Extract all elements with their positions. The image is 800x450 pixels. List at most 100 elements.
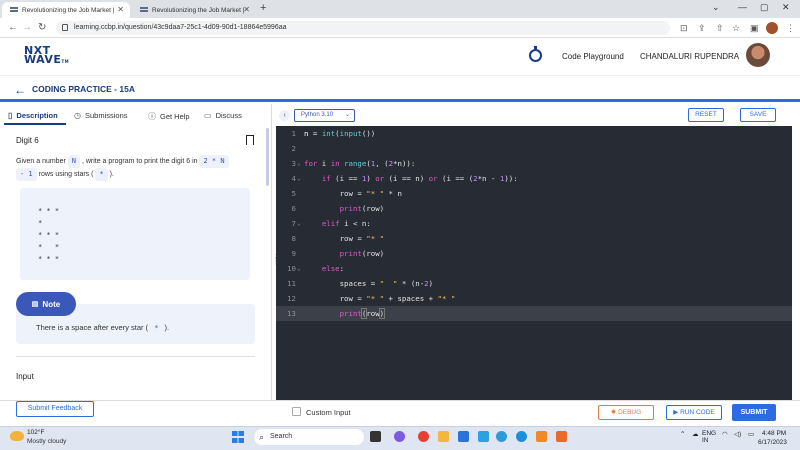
example-pattern: * * * * * * * * * * * * — [38, 207, 60, 263]
code-playground-link[interactable]: Code Playground — [562, 52, 624, 61]
language-indicator[interactable]: ENG IN — [702, 430, 716, 444]
lang-bottom: IN — [702, 437, 709, 444]
show-hidden-icons-icon[interactable]: ⌃ — [680, 430, 685, 438]
code-line[interactable]: 1 n = int(input()) — [276, 126, 792, 141]
reset-button[interactable]: RESET — [688, 108, 724, 122]
code-text: else: — [321, 264, 345, 273]
edge-icon[interactable] — [516, 431, 527, 442]
language-select[interactable]: Python 3.10 ⌄ — [294, 109, 355, 122]
battery-icon[interactable]: ▭ — [748, 430, 754, 438]
fold-icon[interactable]: ⌄ — [297, 261, 301, 276]
weather-cloud-icon[interactable] — [10, 431, 24, 441]
save-button[interactable]: SAVE — [740, 108, 776, 122]
code-line-current[interactable]: 13 print(row) — [276, 306, 792, 321]
line-number: 3 — [291, 159, 296, 168]
timer-icon[interactable] — [529, 46, 542, 62]
run-code-button[interactable]: ▶ RUN CODE — [666, 405, 722, 420]
code-line[interactable]: 12 row = "* " + spaces + "* " — [276, 291, 792, 306]
telegram-icon[interactable] — [496, 431, 507, 442]
code-line[interactable]: 10 ⌄ else: — [276, 261, 792, 276]
code-line[interactable]: 5 row = "* " * n — [276, 186, 792, 201]
tab-get-help[interactable]: ⓘ Get Help — [148, 111, 190, 122]
cloud-icon[interactable]: ☁ — [692, 430, 699, 438]
tab-submissions[interactable]: ◷ Submissions — [74, 111, 128, 120]
clock-date[interactable]: 6/17/2023 — [758, 439, 787, 446]
nxtwave-logo[interactable]: NXT WAVETM — [24, 45, 69, 66]
teams-icon[interactable] — [394, 431, 405, 442]
window-close-icon[interactable]: ✕ — [782, 2, 790, 13]
browser-profile-avatar[interactable] — [766, 22, 778, 34]
code-line[interactable]: 8 row = "* " — [276, 231, 792, 246]
desc-text: Given a number — [16, 158, 66, 165]
task-view-icon[interactable] — [370, 431, 381, 442]
weather-temperature[interactable]: 102°F — [27, 429, 44, 436]
vlc-icon[interactable] — [536, 431, 547, 442]
menu-dots-icon[interactable]: ⋮ — [786, 23, 795, 34]
fold-icon[interactable]: ⌄ — [297, 216, 301, 231]
taskbar-search[interactable]: Search — [254, 429, 364, 445]
code-editor[interactable]: 1 n = int(input()) 2 3 ⌄ for i in range(… — [276, 126, 792, 400]
minimize-icon[interactable]: — — [738, 2, 747, 12]
submit-feedback-button[interactable]: Submit Feedback — [16, 401, 94, 417]
tab-discuss[interactable]: ▭ Discuss — [204, 111, 242, 120]
code-line[interactable]: 7 ⌄ elif i < n: — [276, 216, 792, 231]
wifi-icon[interactable]: ◠ — [722, 430, 728, 438]
tab-search-icon[interactable]: ⌄ — [712, 2, 720, 13]
debug-label: DEBUG — [618, 409, 642, 416]
bookmark-icon[interactable] — [246, 135, 254, 145]
code-line[interactable]: 2 — [276, 141, 792, 156]
avatar[interactable] — [746, 43, 770, 67]
back-arrow-icon[interactable]: ← — [14, 83, 26, 97]
code-text: if (i == 1) or (i == n) or (i == (2*n - … — [321, 174, 518, 183]
side-panel-icon[interactable]: ▣ — [750, 23, 759, 34]
bug-icon: ✹ — [610, 409, 619, 416]
code-line[interactable]: 6 print(row) — [276, 201, 792, 216]
debug-button[interactable]: ✹ DEBUG — [598, 405, 654, 420]
fold-icon[interactable]: ⌄ — [297, 171, 301, 186]
problem-description: Given a number N , write a program to pr… — [16, 155, 266, 181]
editor-scrollbar[interactable] — [792, 126, 800, 400]
line-number: 11 — [287, 279, 296, 288]
maximize-icon[interactable]: ▢ — [760, 2, 769, 13]
custom-input-checkbox[interactable] — [292, 407, 301, 416]
collapse-panel-icon[interactable]: ‹ — [279, 110, 290, 121]
weather-description[interactable]: Mostly cloudy — [27, 438, 66, 445]
tab-label: Description — [16, 111, 58, 120]
tab-description[interactable]: ▯ Description — [8, 111, 58, 120]
browser-tab[interactable]: Revolutionizing the Job Market | ✕ — [132, 2, 256, 18]
back-icon[interactable]: ← — [8, 22, 18, 33]
app-icon[interactable] — [556, 431, 567, 442]
code-line[interactable]: 11 spaces = " " * (n-2) — [276, 276, 792, 291]
code-line[interactable]: 9 print(row) — [276, 246, 792, 261]
clock-time[interactable]: 4:48 PM — [762, 430, 786, 437]
install-app-icon[interactable]: ⊡ — [680, 23, 688, 34]
description-scrollbar[interactable] — [266, 128, 269, 186]
windows-start-icon[interactable] — [232, 431, 244, 443]
bookmark-star-icon[interactable]: ☆ — [732, 23, 740, 34]
share-icon[interactable]: ⇪ — [698, 23, 706, 34]
store-icon[interactable] — [458, 431, 469, 442]
volume-icon[interactable]: ◁) — [734, 430, 741, 438]
browser-tab-active[interactable]: Revolutionizing the Job Market | ✕ — [2, 2, 130, 18]
close-icon[interactable]: ✕ — [117, 5, 124, 14]
submit-button[interactable]: SUBMIT — [732, 404, 776, 421]
url-field[interactable]: learning.ccbp.in/question/43c9daa7-25c1-… — [56, 21, 670, 35]
chrome-icon[interactable] — [418, 431, 429, 442]
code-line[interactable]: 4 ⌄ if (i == 1) or (i == n) or (i == (2*… — [276, 171, 792, 186]
user-name[interactable]: CHANDALURI RUPENDRA — [640, 52, 739, 61]
extensions-icon[interactable]: ⇧ — [716, 23, 724, 34]
reload-icon[interactable]: ↻ — [38, 22, 46, 33]
custom-input-label[interactable]: Custom Input — [306, 408, 351, 417]
line-number: 4 — [291, 174, 296, 183]
code-line[interactable]: 3 ⌄ for i in range(1, (2*n)): — [276, 156, 792, 171]
forward-icon[interactable]: → — [22, 22, 32, 33]
file-explorer-icon[interactable] — [438, 431, 449, 442]
note-text-part: ). — [164, 323, 170, 332]
fold-icon[interactable]: ⌄ — [297, 156, 301, 171]
new-tab-icon[interactable]: + — [260, 2, 266, 14]
inline-code: N — [67, 155, 80, 168]
code-text: for i in range(1, (2*n)): — [304, 159, 416, 168]
close-icon[interactable]: ✕ — [243, 5, 250, 14]
line-number: 1 — [291, 129, 296, 138]
mail-icon[interactable] — [478, 431, 489, 442]
